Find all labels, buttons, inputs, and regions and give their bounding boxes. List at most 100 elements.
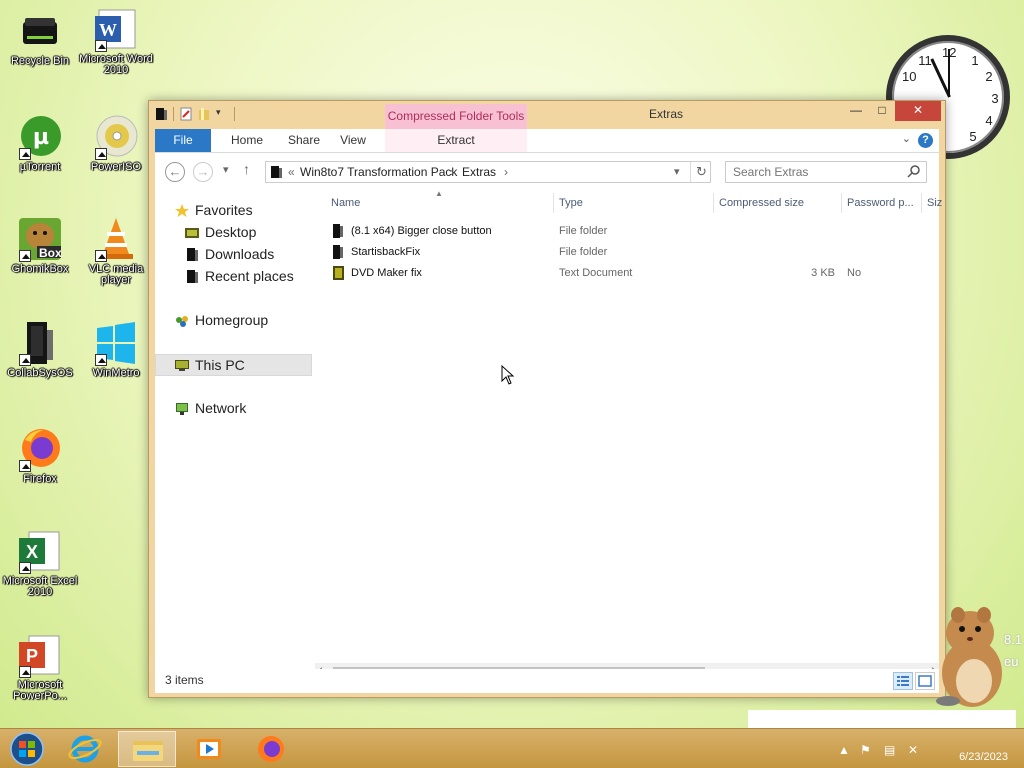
folder-app-icon[interactable]	[155, 107, 167, 121]
details-view-button[interactable]	[893, 672, 913, 690]
back-button[interactable]: ←	[165, 162, 185, 182]
desktop-icon-word[interactable]: W Microsoft Word 2010	[76, 6, 156, 76]
nav-item-homegroup[interactable]: Homegroup	[155, 310, 312, 332]
nav-item-downloads[interactable]: Downloads	[155, 244, 312, 266]
tab-share[interactable]: Share	[277, 129, 331, 152]
action-center-flag-icon[interactable]: ⚑	[860, 743, 871, 757]
desktop-icon-recycle-bin[interactable]: Recycle Bin	[0, 8, 80, 67]
refresh-icon[interactable]: ↻	[696, 164, 707, 180]
desktop-icon-ghomikbox[interactable]: Box GhomikBox	[0, 216, 80, 275]
search-input[interactable]	[726, 162, 896, 182]
powerpoint-icon: P	[17, 632, 63, 678]
search-icon[interactable]	[907, 165, 920, 181]
show-hidden-icons-icon[interactable]: ▲	[838, 743, 850, 757]
start-button[interactable]	[2, 731, 52, 767]
desktop-icon-winmetro[interactable]: WinMetro	[76, 320, 156, 379]
taskbar-internet-explorer[interactable]	[56, 731, 114, 767]
taskbar-media-player[interactable]	[180, 731, 238, 767]
nav-item-label: Recent places	[205, 268, 294, 284]
taskbar-file-explorer[interactable]	[118, 731, 176, 767]
ribbon-expand-icon[interactable]: ⌄	[902, 132, 911, 145]
column-header-password[interactable]: Password p...	[847, 197, 914, 209]
maximize-button[interactable]: □	[869, 101, 895, 121]
desktop-icon-powerpoint[interactable]: P Microsoft PowerPo...	[0, 632, 80, 702]
nav-item-network[interactable]: Network	[155, 398, 312, 420]
up-button[interactable]: ↑	[243, 161, 250, 177]
nav-item-favorites[interactable]: Favorites	[155, 200, 312, 222]
column-header-compressed-size[interactable]: Compressed size	[719, 197, 804, 209]
desktop-icon-label: Recycle Bin	[10, 55, 70, 67]
column-header-type[interactable]: Type	[559, 197, 583, 209]
nav-item-desktop[interactable]: Desktop	[155, 222, 312, 244]
breadcrumb-separator[interactable]: ›	[450, 165, 454, 179]
compressed-folder-tools-tab[interactable]: Compressed Folder Tools	[385, 104, 527, 129]
properties-icon[interactable]	[180, 107, 192, 121]
poweriso-disc-icon	[93, 114, 139, 160]
excel-icon: X	[17, 528, 63, 574]
content-area: Favorites Desktop Downloads Recent place…	[155, 189, 942, 679]
address-bar[interactable]: « Win8to7 Transformation Pack › Extras ›…	[265, 161, 711, 183]
address-overflow-chevron[interactable]: «	[288, 165, 295, 179]
homegroup-icon	[175, 314, 189, 327]
word-icon: W	[93, 6, 139, 52]
desktop-icon-label: Microsoft Word 2010	[79, 53, 153, 76]
taskbar-firefox[interactable]	[242, 731, 300, 767]
desktop-icon-utorrent[interactable]: µ µTorrent	[0, 114, 80, 173]
new-folder-icon[interactable]	[198, 107, 210, 121]
desktop-icon-poweriso[interactable]: PowerISO	[76, 114, 156, 173]
breadcrumb-item[interactable]: Extras	[462, 165, 496, 179]
recent-locations-icon[interactable]: ▾	[223, 163, 229, 176]
nav-item-label: Favorites	[195, 202, 253, 218]
column-header-size[interactable]: Siz	[927, 197, 942, 209]
column-divider[interactable]	[553, 193, 554, 213]
file-row[interactable]: (8.1 x64) Bigger close button File folde…	[325, 221, 939, 242]
minimize-button[interactable]: —	[843, 101, 869, 121]
details-view-icon	[897, 676, 909, 686]
taskbar-date[interactable]: 6/23/2023	[959, 751, 1008, 763]
tab-extract[interactable]: Extract	[385, 129, 527, 152]
explorer-window[interactable]: ▾ Compressed Folder Tools Extras — □ ✕ F…	[148, 100, 946, 698]
desktop-icon-label: CollabSysOS	[7, 367, 73, 379]
clock-number: 3	[991, 91, 999, 106]
desktop-icon-collabsysos[interactable]: CollabSysOS	[0, 320, 80, 379]
desktop-icon-label: Firefox	[23, 473, 57, 485]
breadcrumb-separator[interactable]: ›	[504, 165, 508, 179]
column-divider[interactable]	[841, 193, 842, 213]
close-button[interactable]: ✕	[895, 101, 941, 121]
file-row[interactable]: StartisbackFix File folder	[325, 242, 939, 263]
file-name: (8.1 x64) Bigger close button	[351, 225, 492, 237]
help-icon[interactable]: ?	[918, 133, 933, 148]
desktop-icon-excel[interactable]: X Microsoft Excel 2010	[0, 528, 80, 598]
column-divider[interactable]	[921, 193, 922, 213]
tab-view[interactable]: View	[331, 129, 375, 152]
large-icons-view-button[interactable]	[915, 672, 935, 690]
address-dropdown-icon[interactable]: ▾	[674, 165, 680, 178]
shortcut-arrow-icon	[19, 666, 31, 678]
nav-item-label: Desktop	[205, 224, 257, 240]
tab-home[interactable]: Home	[217, 129, 277, 152]
breadcrumb-item[interactable]: Win8to7 Transformation Pack	[300, 165, 457, 179]
search-box[interactable]	[725, 161, 927, 183]
title-bar[interactable]: ▾ Compressed Folder Tools Extras — □ ✕	[149, 101, 945, 129]
nav-item-this-pc[interactable]: This PC	[155, 354, 312, 376]
nav-item-recent-places[interactable]: Recent places	[155, 266, 312, 288]
customize-toolbar-icon[interactable]: ▾	[216, 107, 228, 121]
column-header-name[interactable]: Name	[331, 197, 360, 209]
column-divider[interactable]	[713, 193, 714, 213]
file-type: File folder	[559, 246, 608, 258]
watermark-text: eu	[1004, 654, 1019, 669]
tab-file[interactable]: File	[155, 129, 211, 152]
network-status-icon[interactable]: ▤	[884, 743, 895, 757]
forward-button[interactable]: →	[193, 162, 213, 182]
desktop-icon-vlc[interactable]: VLC media player	[76, 216, 156, 286]
volume-muted-icon[interactable]: ✕	[908, 743, 918, 757]
folder-location-icon	[270, 165, 282, 182]
network-icon	[175, 402, 189, 415]
desktop-icon-firefox[interactable]: Firefox	[0, 426, 80, 485]
vlc-cone-icon	[93, 216, 139, 262]
file-row[interactable]: DVD Maker fix Text Document 3 KB No	[325, 263, 939, 284]
desktop-icon-label: µTorrent	[19, 161, 61, 173]
toolbar-divider	[173, 107, 174, 121]
desktop-icon-label: GhomikBox	[11, 263, 69, 275]
recent-places-folder-icon	[185, 270, 199, 283]
